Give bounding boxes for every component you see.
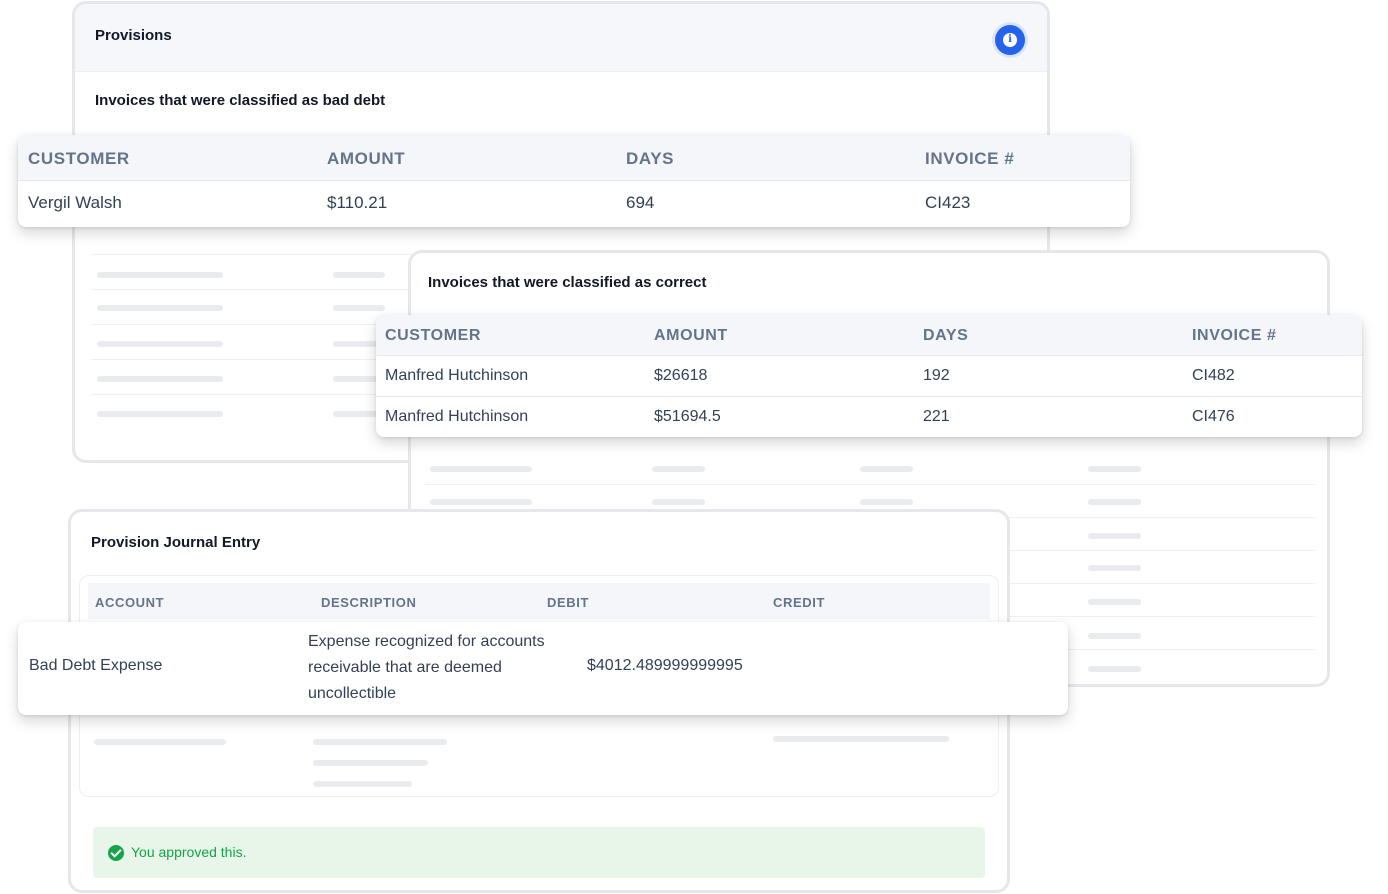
provisions-title: Provisions (95, 27, 172, 44)
skeleton-divider (91, 289, 431, 290)
table-row[interactable]: Manfred Hutchinson $51694.5 221 CI476 (376, 397, 1362, 437)
cell-days: 694 (626, 193, 655, 212)
skeleton-line (1088, 499, 1141, 505)
skeleton-divider (91, 254, 431, 255)
cell-days: 221 (923, 408, 950, 425)
skeleton-line (860, 499, 913, 505)
cell-amount: $26618 (654, 367, 708, 384)
cell-account: Bad Debt Expense (29, 657, 163, 674)
bad-debt-header-row: CUSTOMER AMOUNT DAYS INVOICE # (18, 135, 1130, 181)
skeleton-line (773, 736, 949, 742)
bad-debt-table: CUSTOMER AMOUNT DAYS INVOICE # Vergil Wa… (18, 135, 1130, 227)
cell-invoice: CI482 (1192, 367, 1235, 384)
skeleton-line (97, 272, 223, 278)
cell-description: Expense recognized for accounts receivab… (308, 629, 545, 707)
skeleton-line (652, 499, 705, 505)
skeleton-line (1088, 466, 1141, 472)
cell-customer: Vergil Walsh (28, 193, 122, 212)
header-amount: AMOUNT (327, 149, 406, 168)
cell-invoice: CI476 (1192, 408, 1235, 425)
table-row[interactable]: Manfred Hutchinson $26618 192 CI482 (376, 356, 1362, 396)
header-description: DESCRIPTION (321, 595, 417, 610)
skeleton-line (1088, 599, 1141, 605)
journal-header-row: ACCOUNT DESCRIPTION DEBIT CREDIT (88, 583, 990, 619)
skeleton-line (1088, 633, 1141, 639)
header-amount: AMOUNT (654, 327, 728, 344)
info-icon[interactable] (995, 25, 1025, 55)
skeleton-line (97, 376, 223, 382)
approval-banner: You approved this. (93, 827, 985, 878)
description-line: receivable that are deemed (308, 659, 502, 676)
skeleton-line (94, 739, 226, 745)
skeleton-line (1088, 666, 1141, 672)
bad-debt-subtitle: Invoices that were classified as bad deb… (95, 92, 386, 109)
header-account: ACCOUNT (95, 595, 165, 610)
header-days: DAYS (923, 327, 969, 344)
journal-entry-row[interactable]: Bad Debt Expense Expense recognized for … (18, 622, 1068, 715)
cell-amount: $110.21 (327, 193, 388, 212)
correct-invoices-table: CUSTOMER AMOUNT DAYS INVOICE # Manfred H… (376, 315, 1362, 437)
correct-subtitle: Invoices that were classified as correct (428, 274, 707, 291)
cell-customer: Manfred Hutchinson (385, 408, 529, 425)
skeleton-line (430, 499, 532, 505)
journal-title: Provision Journal Entry (91, 534, 261, 551)
header-debit: DEBIT (547, 595, 589, 610)
skeleton-line (652, 466, 705, 472)
cell-days: 192 (923, 367, 950, 384)
header-customer: CUSTOMER (385, 327, 482, 344)
skeleton-line (97, 341, 223, 347)
description-line: Expense recognized for accounts (308, 633, 545, 650)
header-invoice: INVOICE # (1192, 327, 1277, 344)
skeleton-line (1088, 533, 1141, 539)
skeleton-divider (425, 484, 1315, 485)
cell-customer: Manfred Hutchinson (385, 367, 529, 384)
header-invoice: INVOICE # (925, 149, 1015, 168)
provisions-header-bar (75, 4, 1047, 72)
description-line: uncollectible (308, 685, 397, 702)
header-days: DAYS (626, 149, 675, 168)
skeleton-line (333, 272, 385, 278)
skeleton-line (430, 466, 532, 472)
skeleton-line (313, 781, 412, 787)
skeleton-line (333, 305, 385, 311)
cell-invoice: CI423 (925, 193, 971, 212)
header-customer: CUSTOMER (28, 149, 130, 168)
skeleton-line (313, 760, 428, 766)
approval-text: You approved this. (131, 844, 247, 860)
header-credit: CREDIT (773, 595, 825, 610)
cell-amount: $51694.5 (654, 408, 721, 425)
check-circle-icon (108, 845, 124, 861)
skeleton-line (97, 305, 223, 311)
cell-debit: $4012.489999999995 (587, 657, 743, 674)
correct-header-row: CUSTOMER AMOUNT DAYS INVOICE # (376, 315, 1362, 356)
skeleton-line (860, 466, 913, 472)
skeleton-line (1088, 565, 1141, 571)
table-row[interactable]: Vergil Walsh $110.21 694 CI423 (18, 181, 1130, 227)
skeleton-line (313, 739, 447, 745)
skeleton-line (97, 411, 223, 417)
